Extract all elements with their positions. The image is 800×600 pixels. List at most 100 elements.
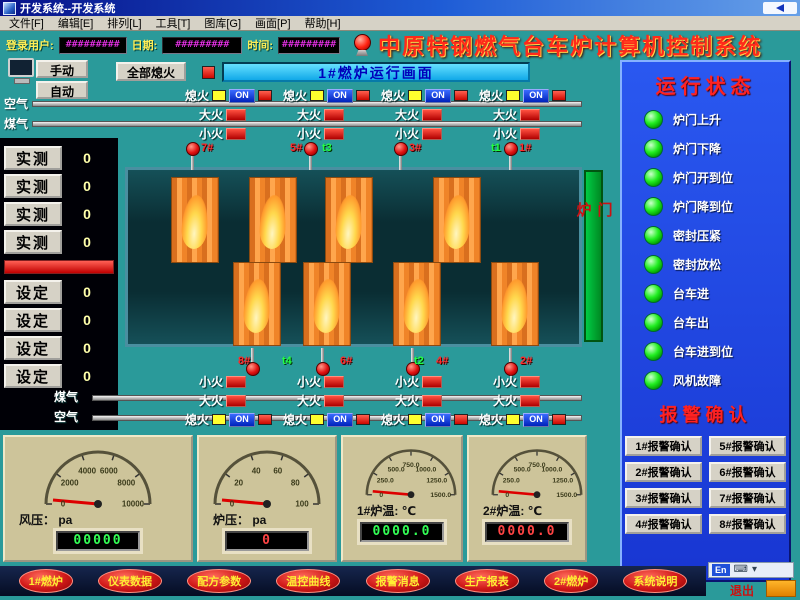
menu-help[interactable]: 帮助[H] [298,15,348,31]
alarm-confirm-button-2[interactable]: 2#报警确认 [625,462,702,482]
menu-edit[interactable]: 编辑[E] [51,15,100,31]
manual-button[interactable]: 手动 [36,60,88,78]
ime-keyboard-icon[interactable]: ⌨ [734,565,748,575]
burner-id-7: 7# [201,142,213,154]
nav-system-info[interactable]: 系统说明 [623,569,687,593]
gas-valve-top-4-icon[interactable] [504,142,517,170]
measured-button-1[interactable]: 实测 [4,146,62,170]
gas-valve-top-2-icon[interactable] [304,142,317,170]
burner-control-group-top-3: 熄火 ON 大火 小火 [381,86,479,143]
extinguish-on-button[interactable]: ON [327,89,353,103]
big-fire-indicator[interactable] [324,395,344,407]
auto-button[interactable]: 自动 [36,81,88,99]
small-fire-indicator[interactable] [324,376,344,388]
extinguish-alarm-indicator [552,90,566,101]
date-value: ######### [162,37,242,54]
menu-arrange[interactable]: 排列[L] [100,15,148,31]
measured-button-4[interactable]: 实测 [4,230,62,254]
alarm-confirm-button-6[interactable]: 6#报警确认 [709,462,786,482]
alarm-confirm-button-4[interactable]: 4#报警确认 [625,514,702,534]
extinguish-on-button[interactable]: ON [425,89,451,103]
titlebar[interactable]: 开发系统--开发系统 [0,0,800,16]
big-fire-indicator[interactable] [226,109,246,121]
status-label: 炉门上升 [673,111,721,128]
alarm-confirm-button-7[interactable]: 7#报警确认 [709,488,786,508]
gas-valve-top-3-icon[interactable] [394,142,407,170]
alarm-confirm-button-1[interactable]: 1#报警确认 [625,436,702,456]
nav-furnace-1[interactable]: 1#燃炉 [19,569,73,593]
exit-button[interactable]: 退出 [730,582,754,599]
alarm-confirm-button-5[interactable]: 5#报警确认 [709,436,786,456]
set-button-2[interactable]: 设定 [4,308,62,332]
nav-production-report[interactable]: 生产报表 [455,569,519,593]
small-fire-indicator[interactable] [422,128,442,140]
nav-recipe-params[interactable]: 配方参数 [187,569,251,593]
status-list: 炉门上升 炉门下降 炉门开到位 炉门降到位 密封压紧 密封放松 [622,105,789,395]
gauge-label: 炉压： pa [213,511,335,528]
gas-pipe-bottom-label: 煤气 [54,388,78,405]
extinguish-ok-indicator [408,90,422,101]
extinguish-alarm-indicator [454,90,468,101]
status-light-icon [644,139,663,158]
small-fire-indicator[interactable] [422,376,442,388]
time-label: 时间: [247,37,273,53]
small-fire-indicator[interactable] [520,128,540,140]
set-button-4[interactable]: 设定 [4,364,62,388]
extinguish-on-button[interactable]: ON [425,413,451,427]
measured-button-2[interactable]: 实测 [4,174,62,198]
thermocouple-t3: t3 [322,142,332,154]
level-bar [4,260,114,274]
thermocouple-t2: t2 [414,355,424,367]
air-pipe-top-label: 空气 [4,95,28,112]
big-fire-indicator[interactable] [324,109,344,121]
status-label: 炉门开到位 [673,169,733,186]
alarm-confirm-button-3[interactable]: 3#报警确认 [625,488,702,508]
menu-tools[interactable]: 工具[T] [149,15,198,31]
extinguish-on-button[interactable]: ON [523,413,549,427]
ime-menu-chevron-icon[interactable]: ▾ [752,565,757,575]
burner-flame-3 [325,177,373,263]
big-fire-indicator[interactable] [226,395,246,407]
extinguish-on-button[interactable]: ON [229,413,255,427]
all-extinguish-button[interactable]: 全部熄火 [116,62,186,81]
ime-en-icon[interactable]: En [712,564,730,576]
status-label: 台车进 [673,285,709,302]
gauge-label: 2#炉温: ℃ [483,502,585,519]
nav-instrument-data[interactable]: 仪表数据 [98,569,162,593]
menu-gallery[interactable]: 图库[G] [197,15,248,31]
gas-valve-top-1-icon[interactable] [186,142,199,170]
big-fire-indicator[interactable] [520,395,540,407]
gauge-value-display: 00000 [56,531,140,551]
small-fire-indicator[interactable] [226,128,246,140]
language-bar[interactable]: En ⌨ ▾ [708,562,794,578]
small-fire-label: 小火 [297,373,321,390]
burner-control-group-top-1: 熄火 ON 大火 小火 [185,86,283,143]
big-fire-indicator[interactable] [520,109,540,121]
big-fire-indicator[interactable] [422,395,442,407]
menu-file[interactable]: 文件[F] [2,15,51,31]
small-fire-indicator[interactable] [226,376,246,388]
gauge-value-display: 0 [225,531,309,551]
big-fire-indicator[interactable] [422,109,442,121]
small-fire-indicator[interactable] [520,376,540,388]
big-fire-label: 大火 [493,392,517,409]
big-fire-label: 大火 [199,106,223,123]
small-fire-indicator[interactable] [324,128,344,140]
extinguish-on-button[interactable]: ON [523,89,549,103]
measured-button-3[interactable]: 实测 [4,202,62,226]
extinguish-label: 熄火 [479,411,503,428]
extinguish-on-button[interactable]: ON [229,89,255,103]
status-label: 炉门降到位 [673,198,733,215]
menu-screen[interactable]: 画面[P] [248,15,297,31]
nav-temp-curve[interactable]: 温控曲线 [276,569,340,593]
furnace-door-label: 炉门 [573,202,615,340]
nav-alarm-messages[interactable]: 报警消息 [366,569,430,593]
extinguish-on-button[interactable]: ON [327,413,353,427]
computer-icon[interactable] [8,58,38,84]
nav-furnace-2[interactable]: 2#燃炉 [544,569,598,593]
set-button-3[interactable]: 设定 [4,336,62,360]
alarm-confirm-title: 报警确认 [622,401,789,427]
status-row-seal-release: 密封放松 [622,250,789,279]
set-button-1[interactable]: 设定 [4,280,62,304]
alarm-confirm-button-8[interactable]: 8#报警确认 [709,514,786,534]
